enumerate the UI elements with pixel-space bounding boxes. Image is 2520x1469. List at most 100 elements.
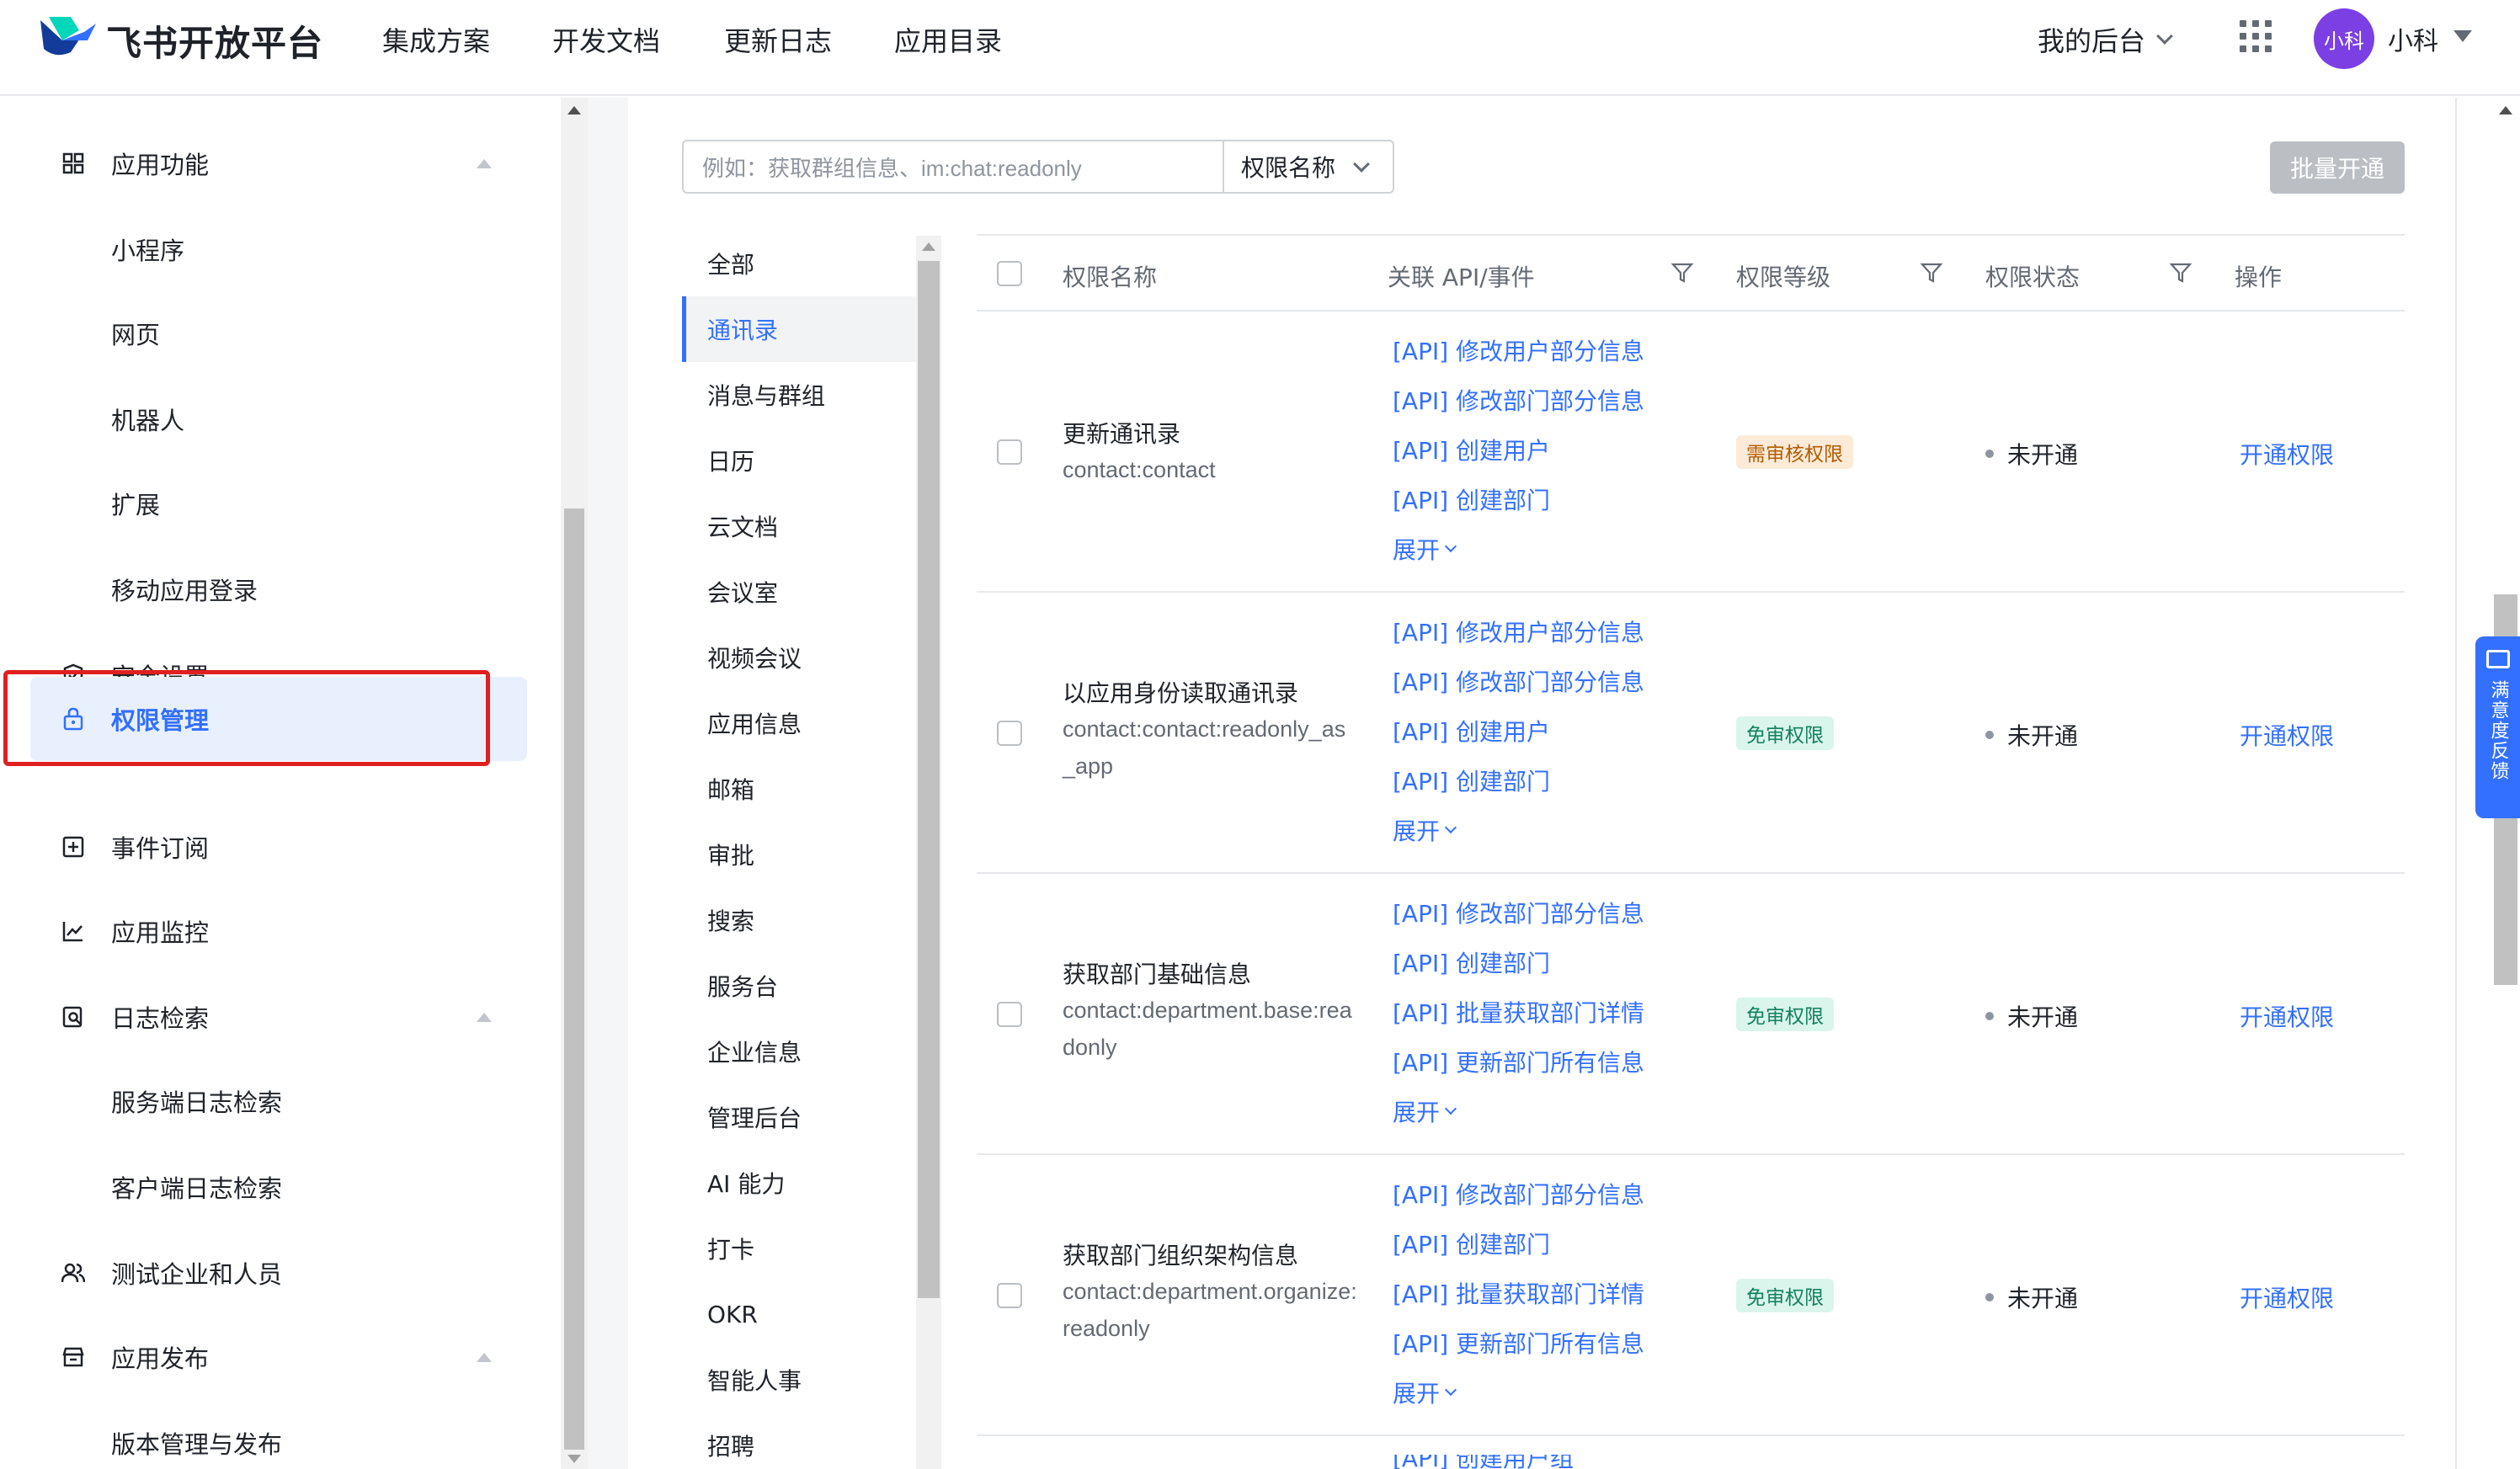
filter-icon[interactable] — [1920, 261, 1943, 285]
api-link[interactable]: [API] 修改部门部分信息 — [1393, 896, 1644, 929]
api-link-partial[interactable]: [API] 创建用户组 — [1393, 1455, 1574, 1469]
category-item[interactable]: 全部 — [682, 231, 916, 296]
api-link[interactable]: [API] 修改部门部分信息 — [1393, 664, 1644, 698]
row-checkbox[interactable] — [997, 721, 1022, 746]
collapse-arrow-icon[interactable] — [477, 158, 492, 168]
sidebar-item-bot[interactable]: 机器人 — [0, 377, 539, 461]
avatar[interactable]: 小科 — [2314, 8, 2374, 69]
row-checkbox[interactable] — [997, 439, 1022, 465]
enable-permission-link[interactable]: 开通权限 — [2240, 1280, 2334, 1314]
category-item[interactable]: 应用信息 — [682, 690, 916, 756]
category-item[interactable]: 云文档 — [682, 493, 916, 559]
nav-changelog[interactable]: 更新日志 — [724, 20, 832, 59]
sidebar-item-version-management[interactable]: 版本管理与发布 — [0, 1401, 539, 1469]
nav-dev-docs[interactable]: 开发文档 — [552, 20, 660, 59]
category-item[interactable]: 服务台 — [682, 953, 916, 1019]
scroll-up-arrow-icon[interactable] — [922, 242, 935, 251]
api-link[interactable]: [API] 修改部门部分信息 — [1393, 383, 1644, 417]
select-all-checkbox[interactable] — [997, 261, 1022, 286]
api-link[interactable]: [API] 修改用户部分信息 — [1393, 333, 1644, 367]
enable-permission-link[interactable]: 开通权限 — [2240, 437, 2334, 471]
search-field-select[interactable]: 权限名称 — [1223, 140, 1394, 194]
brand-name[interactable]: 飞书开放平台 — [106, 15, 323, 67]
sidebar-item-app-features[interactable]: 应用功能 — [0, 121, 539, 205]
chevron-down-icon — [1353, 156, 1370, 173]
sidebar-item-extension[interactable]: 扩展 — [0, 461, 539, 546]
sidebar-item-client-log[interactable]: 客户端日志检索 — [0, 1145, 539, 1229]
sidebar-item-event-subscription[interactable]: 事件订阅 — [0, 805, 539, 889]
category-item[interactable]: 通讯录 — [682, 296, 916, 362]
sidebar-item-app-monitor[interactable]: 应用监控 — [0, 889, 539, 973]
expand-link[interactable]: 展开 — [1393, 532, 1457, 566]
category-item[interactable]: 搜索 — [682, 887, 916, 953]
status-dot-icon — [1985, 1293, 1994, 1301]
api-link[interactable]: [API] 更新部门所有信息 — [1393, 1326, 1644, 1360]
collapse-arrow-icon[interactable] — [477, 1012, 492, 1022]
category-item[interactable]: 审批 — [682, 822, 916, 887]
filter-icon[interactable] — [2169, 261, 2192, 285]
api-link[interactable]: [API] 批量获取部门详情 — [1393, 995, 1644, 1029]
api-link[interactable]: [API] 创建部门 — [1393, 482, 1550, 516]
category-item[interactable]: 日历 — [682, 428, 916, 493]
caret-down-icon[interactable] — [2453, 30, 2472, 42]
batch-enable-button[interactable]: 批量开通 — [2270, 141, 2405, 194]
status-dot-icon — [1985, 1012, 1994, 1020]
api-link[interactable]: [API] 更新部门所有信息 — [1393, 1045, 1644, 1078]
category-item[interactable]: 视频会议 — [682, 625, 916, 690]
table-row: 更新通讯录 contact:contact [API] 修改用户部分信息 [API] … — [977, 311, 2405, 593]
category-item[interactable]: AI 能力 — [682, 1150, 916, 1216]
api-link[interactable]: [API] 创建部门 — [1393, 1227, 1550, 1260]
category-item[interactable]: 管理后台 — [682, 1084, 916, 1150]
row-checkbox[interactable] — [997, 1002, 1022, 1027]
permission-level-badge: 免审权限 — [1736, 998, 1834, 1031]
category-item[interactable]: 邮箱 — [682, 756, 916, 822]
category-item[interactable]: 企业信息 — [682, 1019, 916, 1084]
row-checkbox[interactable] — [997, 1283, 1022, 1308]
category-item[interactable]: 招聘 — [682, 1413, 916, 1469]
sidebar-item-app-release[interactable]: 应用发布 — [0, 1315, 539, 1399]
sidebar-item-test-users[interactable]: 测试企业和人员 — [0, 1231, 539, 1315]
sidebar-item-permissions[interactable]: 权限管理 — [30, 677, 527, 761]
api-link[interactable]: [API] 修改用户部分信息 — [1393, 615, 1644, 648]
search-field-select-value: 权限名称 — [1241, 154, 1336, 182]
sidebar-item-mobile-login[interactable]: 移动应用登录 — [0, 547, 539, 631]
category-item[interactable]: 智能人事 — [682, 1347, 916, 1413]
api-link[interactable]: [API] 修改部门部分信息 — [1393, 1177, 1644, 1211]
category-item[interactable]: 会议室 — [682, 559, 916, 625]
apps-grid-icon[interactable] — [2240, 20, 2272, 52]
category-item[interactable]: 打卡 — [682, 1216, 916, 1281]
user-name[interactable]: 小科 — [2388, 20, 2438, 57]
api-link[interactable]: [API] 批量获取部门详情 — [1393, 1276, 1644, 1310]
sidebar-item-mini-program[interactable]: 小程序 — [0, 207, 539, 291]
permission-name: 以应用身份读取通讯录 — [1063, 679, 1299, 707]
my-console-dropdown[interactable]: 我的后台 — [2038, 20, 2173, 59]
nav-integration-solutions[interactable]: 集成方案 — [382, 20, 490, 59]
sidebar-item-log-search[interactable]: 日志检索 — [0, 975, 539, 1059]
scroll-up-arrow-icon[interactable] — [2499, 106, 2512, 114]
expand-link[interactable]: 展开 — [1393, 813, 1457, 847]
api-link[interactable]: [API] 创建部门 — [1393, 945, 1550, 979]
collapse-arrow-icon[interactable] — [477, 1352, 492, 1362]
feishu-logo-icon[interactable] — [37, 12, 99, 61]
expand-link[interactable]: 展开 — [1393, 1094, 1457, 1128]
scroll-down-arrow-icon[interactable] — [567, 1455, 581, 1463]
sidebar-item-webpage[interactable]: 网页 — [0, 291, 539, 375]
permission-name: 更新通讯录 — [1063, 420, 1181, 448]
api-link[interactable]: [API] 创建用户 — [1393, 433, 1550, 466]
filter-icon[interactable] — [1670, 261, 1694, 285]
category-item[interactable]: OKR — [682, 1281, 916, 1347]
category-item[interactable]: 消息与群组 — [682, 362, 916, 428]
scroll-up-arrow-icon[interactable] — [567, 106, 581, 114]
sidebar-scrollbar-thumb[interactable] — [564, 508, 584, 1450]
expand-label: 展开 — [1393, 817, 1441, 845]
api-link[interactable]: [API] 创建部门 — [1393, 764, 1550, 797]
enable-permission-link[interactable]: 开通权限 — [2240, 718, 2334, 752]
search-input[interactable]: 例如：获取群组信息、im:chat:readonly — [682, 140, 1223, 194]
expand-link[interactable]: 展开 — [1393, 1376, 1457, 1409]
enable-permission-link[interactable]: 开通权限 — [2240, 999, 2334, 1033]
sidebar-item-server-log[interactable]: 服务端日志检索 — [0, 1059, 539, 1143]
category-scrollbar-thumb[interactable] — [918, 261, 940, 1298]
satisfaction-feedback-button[interactable]: 满意度反馈 — [2475, 636, 2520, 818]
api-link[interactable]: [API] 创建用户 — [1393, 714, 1550, 748]
nav-app-directory[interactable]: 应用目录 — [894, 20, 1002, 59]
